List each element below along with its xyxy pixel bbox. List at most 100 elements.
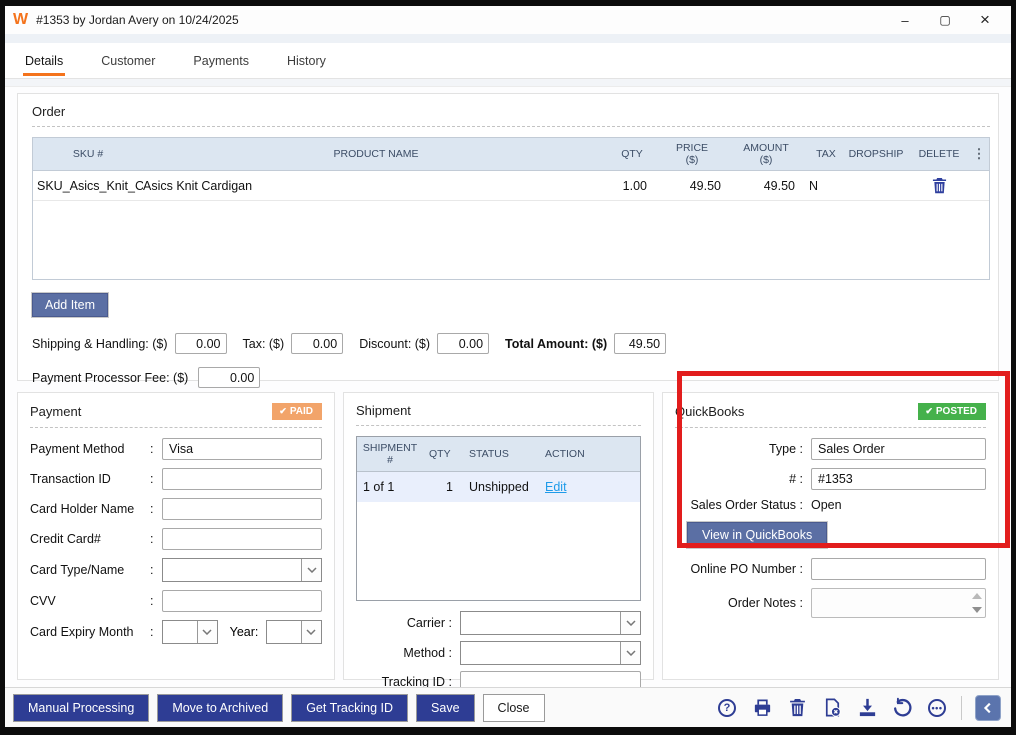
discount-input[interactable] <box>437 333 489 354</box>
more-options-button[interactable]: ••• <box>926 697 948 719</box>
card-holder-input[interactable] <box>162 498 322 520</box>
expiry-year-select[interactable] <box>266 620 322 644</box>
order-separator <box>32 126 990 127</box>
shipping-handling-input[interactable] <box>175 333 227 354</box>
col-sku: SKU # <box>33 138 143 170</box>
expiry-month-select[interactable] <box>162 620 218 644</box>
qb-status-value: Open <box>811 498 842 512</box>
cvv-input[interactable] <box>162 590 322 612</box>
payment-method-input[interactable] <box>162 438 322 460</box>
save-button[interactable]: Save <box>416 694 475 722</box>
notes-scrollbar[interactable] <box>969 589 985 617</box>
card-holder-label: Card Holder Name <box>30 502 150 516</box>
download-icon <box>857 697 878 718</box>
minimize-button[interactable]: – <box>885 7 925 33</box>
order-detail-window: W #1353 by Jordan Avery on 10/24/2025 – … <box>0 0 1016 735</box>
method-select[interactable] <box>460 641 641 665</box>
shipment-number: 1 of 1 <box>357 480 423 494</box>
order-item-row: SKU_Asics_Knit_Ca Asics Knit Cardigan 1.… <box>33 171 989 201</box>
item-tax: N <box>803 179 843 193</box>
col-shipment-number: SHIPMENT # <box>357 437 423 471</box>
order-notes-label: Order Notes : <box>675 596 803 610</box>
print-button[interactable] <box>751 697 773 719</box>
window-title: #1353 by Jordan Avery on 10/24/2025 <box>36 13 239 27</box>
transaction-id-input[interactable] <box>162 468 322 490</box>
delete-order-button[interactable] <box>786 697 808 719</box>
qb-type-label: Type : <box>675 442 803 456</box>
tab-details[interactable]: Details <box>23 43 65 78</box>
manual-processing-button[interactable]: Manual Processing <box>13 694 149 722</box>
chevron-down-icon <box>301 559 321 581</box>
tax-input[interactable] <box>291 333 343 354</box>
edit-shipment-link[interactable]: Edit <box>545 480 567 494</box>
cancel-document-button[interactable] <box>821 697 843 719</box>
quickbooks-heading: QuickBooks <box>675 404 744 419</box>
online-po-label: Online PO Number : <box>675 562 803 576</box>
delete-item-button[interactable] <box>909 177 969 194</box>
trash-icon <box>789 698 806 717</box>
tab-customer[interactable]: Customer <box>99 43 157 78</box>
help-button[interactable]: ? <box>716 697 738 719</box>
maximize-button[interactable]: ▢ <box>925 7 965 33</box>
qb-type-input[interactable] <box>811 438 986 460</box>
processor-fee-input[interactable] <box>198 367 260 388</box>
credit-card-input[interactable] <box>162 528 322 550</box>
item-sku: SKU_Asics_Knit_Ca <box>33 179 143 193</box>
scroll-up-icon[interactable] <box>972 593 982 599</box>
tracking-id-input[interactable] <box>460 671 641 687</box>
download-button[interactable] <box>856 697 878 719</box>
col-tax: TAX <box>803 138 843 170</box>
order-totals-row: Shipping & Handling: ($) Tax: ($) Discou… <box>32 333 990 354</box>
shipment-status: Unshipped <box>463 480 539 494</box>
col-shipment-status: STATUS <box>463 437 539 471</box>
footer-icons: ? <box>716 695 1001 721</box>
paid-badge: ✔ PAID <box>272 403 322 420</box>
qb-number-input[interactable] <box>811 468 986 490</box>
item-qty: 1.00 <box>609 179 655 193</box>
total-amount-input[interactable] <box>614 333 666 354</box>
order-notes-textarea[interactable] <box>811 588 986 618</box>
col-shipment-qty: QTY <box>423 437 463 471</box>
quickbooks-separator <box>675 427 986 428</box>
order-table-header: SKU # PRODUCT NAME QTY PRICE ($) AMOUNT … <box>33 138 989 171</box>
item-price: 49.50 <box>655 179 729 193</box>
window-controls: – ▢ × <box>885 7 1005 33</box>
collapse-panel-button[interactable] <box>975 695 1001 721</box>
move-to-archived-button[interactable]: Move to Archived <box>157 694 283 722</box>
qb-number-label: # : <box>675 472 803 486</box>
scroll-down-icon[interactable] <box>972 607 982 613</box>
refresh-button[interactable] <box>891 697 913 719</box>
credit-card-label: Credit Card# <box>30 532 150 546</box>
col-price: PRICE ($) <box>655 138 729 170</box>
expiry-year-label: Year: <box>230 625 259 639</box>
view-in-quickbooks-button[interactable]: View in QuickBooks <box>687 522 827 548</box>
chevron-down-icon <box>197 621 217 643</box>
chevron-down-icon <box>620 612 640 634</box>
col-delete: DELETE <box>909 138 969 170</box>
titlebar-divider <box>5 34 1011 43</box>
shipment-table-empty-area <box>357 502 640 600</box>
carrier-select[interactable] <box>460 611 641 635</box>
order-table-empty-area <box>33 201 989 279</box>
processor-fee-row: Payment Processor Fee: ($) <box>32 367 990 388</box>
chevron-left-icon <box>980 700 996 716</box>
tab-history[interactable]: History <box>285 43 328 78</box>
tax-label: Tax: ($) <box>243 337 285 351</box>
get-tracking-id-button[interactable]: Get Tracking ID <box>291 694 408 722</box>
printer-icon <box>752 697 773 718</box>
close-order-button[interactable]: Close <box>483 694 545 722</box>
card-type-select[interactable] <box>162 558 322 582</box>
processor-fee-label: Payment Processor Fee: ($) <box>32 371 188 385</box>
shipment-section: Shipment SHIPMENT # QTY STATUS ACTION <box>343 392 654 680</box>
order-heading: Order <box>32 104 65 119</box>
add-item-button[interactable]: Add Item <box>32 293 108 317</box>
details-content: Order SKU # PRODUCT NAME QTY PRICE ($) A… <box>5 87 1011 687</box>
tab-payments[interactable]: Payments <box>191 43 251 78</box>
column-options-icon[interactable]: ⋮ <box>969 138 989 170</box>
payment-section: Payment ✔ PAID Payment Method : Transact… <box>17 392 335 680</box>
close-button[interactable]: × <box>965 7 1005 33</box>
online-po-input[interactable] <box>811 558 986 580</box>
refresh-icon <box>892 697 913 718</box>
order-section: Order SKU # PRODUCT NAME QTY PRICE ($) A… <box>17 93 999 381</box>
col-qty: QTY <box>609 138 655 170</box>
